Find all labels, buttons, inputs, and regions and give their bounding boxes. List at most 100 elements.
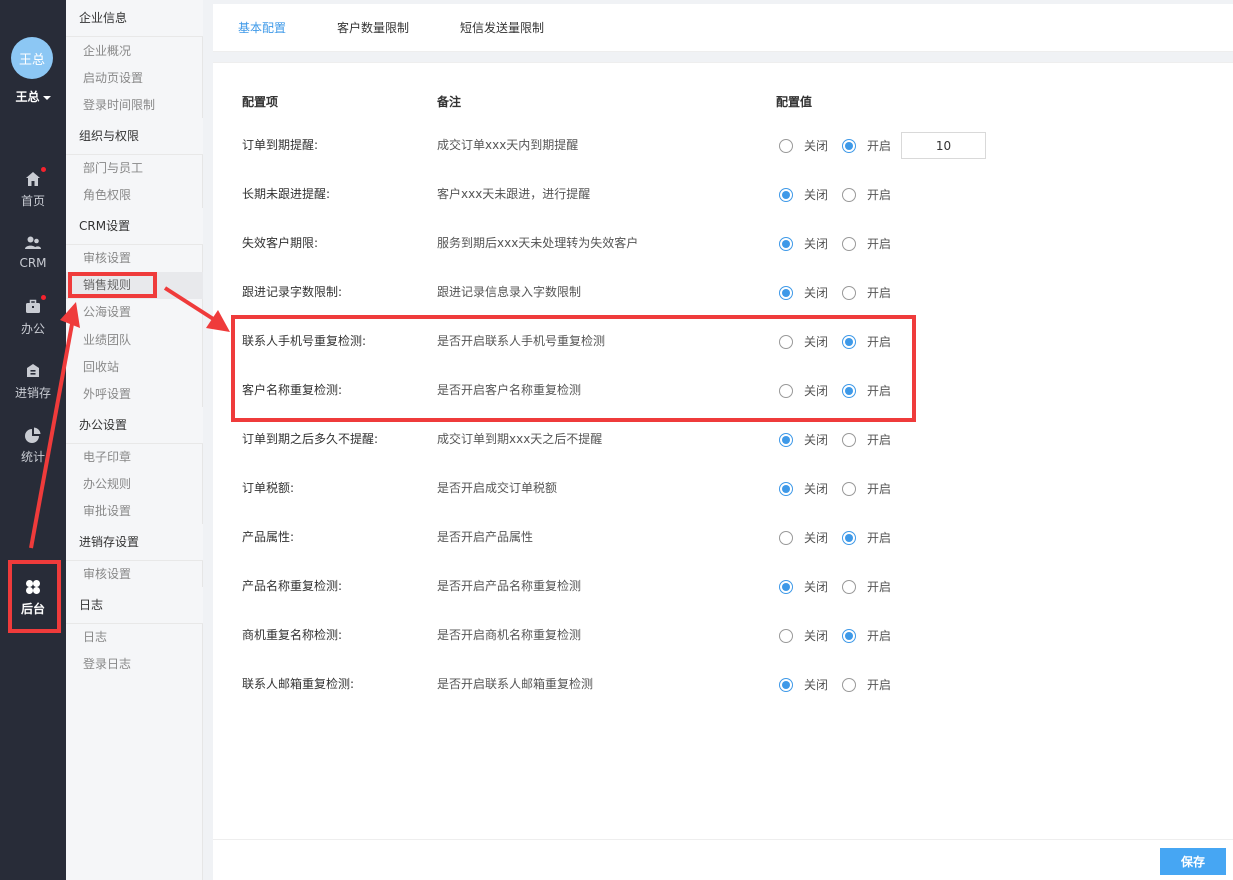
tab-sms-limit[interactable]: 短信发送量限制 (460, 4, 544, 52)
radio-circle[interactable] (842, 187, 857, 202)
submenu-item-sales-rules[interactable]: 销售规则 (66, 272, 203, 299)
settings-submenu: 企业信息 企业概况 启动页设置 登录时间限制 组织与权限 部门与员工 角色权限 … (66, 0, 203, 880)
radio-on[interactable]: 开启 (842, 627, 891, 644)
nav-item-crm[interactable]: CRM (0, 234, 66, 270)
user-menu[interactable]: 王总 (0, 88, 66, 105)
days-input[interactable] (901, 132, 987, 159)
config-item-name: 订单到期提醒: (242, 138, 319, 152)
radio-circle[interactable] (842, 285, 857, 300)
radio-circle[interactable] (779, 481, 793, 496)
radio-on[interactable]: 开启 (842, 284, 891, 301)
nav-item-home[interactable]: 首页 (0, 167, 66, 209)
radio-circle[interactable] (779, 138, 793, 153)
config-item-note: 客户xxx天未跟进，进行提醒 (437, 187, 591, 201)
radio-off[interactable]: 关闭 (779, 235, 828, 252)
config-radio-group: 关闭 开启 (779, 464, 905, 513)
avatar[interactable]: 王总 (11, 37, 53, 79)
radio-circle[interactable] (779, 285, 793, 300)
nav-item-office[interactable]: 办公 (0, 295, 66, 337)
radio-circle[interactable] (779, 677, 793, 692)
radio-circle[interactable] (842, 579, 857, 594)
config-radio-group: 关闭 开启 (779, 121, 987, 170)
radio-off[interactable]: 关闭 (779, 284, 828, 301)
radio-circle[interactable] (842, 530, 857, 545)
radio-circle[interactable] (779, 187, 793, 202)
radio-off[interactable]: 关闭 (779, 333, 828, 350)
config-item-note: 是否开启产品属性 (437, 530, 534, 544)
radio-circle[interactable] (842, 677, 857, 692)
submenu-item[interactable]: 审核设置 (66, 245, 203, 272)
radio-circle[interactable] (842, 334, 857, 349)
submenu-item[interactable]: 登录日志 (66, 651, 203, 678)
submenu-item[interactable]: 回收站 (66, 354, 203, 381)
user-name: 王总 (15, 90, 40, 104)
tab-basic-config[interactable]: 基本配置 (238, 4, 286, 52)
radio-on[interactable]: 开启 (842, 186, 891, 203)
radio-on[interactable]: 开启 (842, 480, 891, 497)
radio-off[interactable]: 关闭 (779, 578, 828, 595)
radio-circle[interactable] (842, 236, 857, 251)
radio-off[interactable]: 关闭 (779, 431, 828, 448)
submenu-item[interactable]: 电子印章 (66, 444, 203, 471)
radio-off[interactable]: 关闭 (779, 137, 828, 154)
radio-off[interactable]: 关闭 (779, 627, 828, 644)
config-item-note: 跟进记录信息录入字数限制 (437, 285, 582, 299)
radio-on[interactable]: 开启 (842, 382, 891, 399)
radio-label: 开启 (867, 629, 892, 643)
submenu-item[interactable]: 审核设置 (66, 561, 203, 588)
radio-circle[interactable] (779, 628, 793, 643)
tab-customer-limit[interactable]: 客户数量限制 (337, 4, 409, 52)
radio-off[interactable]: 关闭 (779, 382, 828, 399)
nav-item-inventory[interactable]: 进销存 (0, 362, 66, 401)
radio-on[interactable]: 开启 (842, 333, 891, 350)
submenu-item[interactable]: 外呼设置 (66, 381, 203, 408)
radio-circle[interactable] (779, 383, 793, 398)
radio-circle[interactable] (842, 432, 857, 447)
radio-circle[interactable] (779, 579, 793, 594)
radio-on[interactable]: 开启 (842, 529, 891, 546)
submenu-group-title: 日志 (66, 587, 203, 624)
save-button[interactable]: 保存 (1160, 848, 1226, 875)
radio-label: 开启 (867, 286, 892, 300)
radio-on[interactable]: 开启 (842, 235, 891, 252)
radio-circle[interactable] (842, 383, 857, 398)
radio-off[interactable]: 关闭 (779, 529, 828, 546)
submenu-item[interactable]: 角色权限 (66, 182, 203, 209)
submenu-item[interactable]: 审批设置 (66, 498, 203, 525)
submenu-item[interactable]: 公海设置 (66, 299, 203, 326)
config-panel: 配置项 备注 配置值 订单到期提醒:成交订单xxx天内到期提醒关闭开启长期未跟进… (213, 62, 1233, 839)
radio-circle[interactable] (842, 138, 857, 153)
radio-on[interactable]: 开启 (842, 578, 891, 595)
submenu-item[interactable]: 登录时间限制 (66, 92, 203, 119)
radio-label: 关闭 (804, 335, 829, 349)
inventory-icon (23, 362, 43, 380)
submenu-item[interactable]: 日志 (66, 624, 203, 651)
submenu-item[interactable]: 部门与员工 (66, 155, 203, 182)
submenu-item[interactable]: 办公规则 (66, 471, 203, 498)
radio-off[interactable]: 关闭 (779, 480, 828, 497)
radio-circle[interactable] (779, 334, 793, 349)
submenu-item[interactable]: 启动页设置 (66, 65, 203, 92)
radio-off[interactable]: 关闭 (779, 186, 828, 203)
radio-on[interactable]: 开启 (842, 137, 891, 154)
radio-circle[interactable] (842, 628, 857, 643)
radio-circle[interactable] (779, 236, 793, 251)
radio-circle[interactable] (779, 530, 793, 545)
config-radio-group: 关闭 开启 (779, 219, 905, 268)
submenu-item[interactable]: 业绩团队 (66, 327, 203, 354)
nav-item-admin[interactable]: 后台 (0, 578, 66, 617)
submenu-group-title: 办公设置 (66, 407, 203, 444)
radio-label: 关闭 (804, 580, 829, 594)
radio-circle[interactable] (779, 432, 793, 447)
radio-on[interactable]: 开启 (842, 431, 891, 448)
radio-on[interactable]: 开启 (842, 676, 891, 693)
nav-item-stats[interactable]: 统计 (0, 426, 66, 465)
radio-label: 开启 (867, 433, 892, 447)
radio-label: 关闭 (804, 678, 829, 692)
caret-down-icon (42, 95, 51, 100)
radio-label: 开启 (867, 139, 892, 153)
radio-off[interactable]: 关闭 (779, 676, 828, 693)
submenu-item[interactable]: 企业概况 (66, 38, 203, 65)
radio-label: 关闭 (804, 629, 829, 643)
radio-circle[interactable] (842, 481, 857, 496)
